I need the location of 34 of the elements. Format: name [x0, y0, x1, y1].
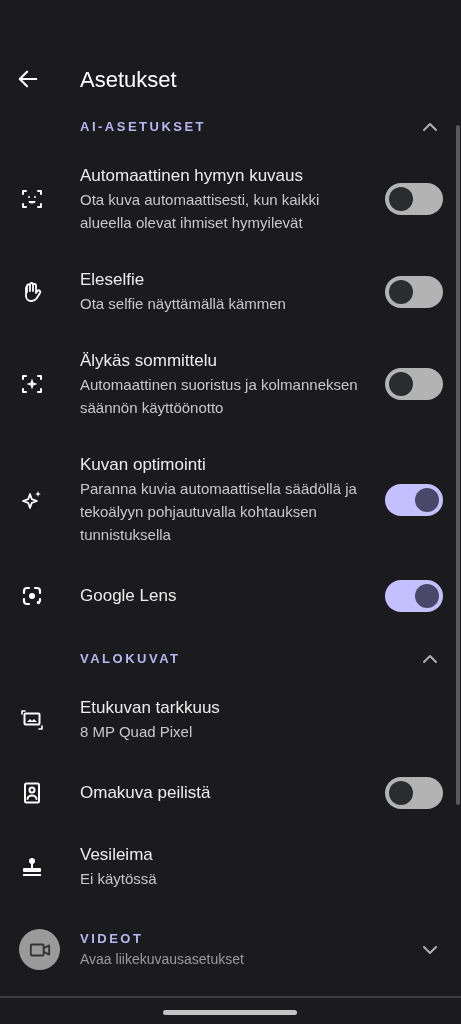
section-header: VIDEOT: [80, 930, 145, 949]
toggle-switch[interactable]: [385, 777, 443, 809]
setting-title: Älykäs sommittelu: [80, 350, 218, 372]
setting-description: Ota kuva automaattisesti, kun kaikki alueella olevat ihmiset hymyilevät: [80, 190, 321, 233]
smile-scan-icon: [20, 187, 44, 211]
setting-title: Automaattinen hymyn kuvaus: [80, 165, 304, 187]
toggle-switch[interactable]: [385, 275, 443, 308]
setting-title: Kuvan optimointi: [80, 454, 207, 476]
section-header: AI-ASETUKSET: [80, 118, 207, 137]
setting-title: Etukuvan tarkkuus: [80, 697, 221, 719]
section-description: Avaa liikekuvausasetukset: [80, 949, 245, 969]
collapse-chevron-icon[interactable]: [422, 122, 438, 132]
expand-chevron-icon[interactable]: [422, 944, 438, 955]
setting-description: Ei käytössä: [80, 869, 158, 889]
toggle-switch[interactable]: [385, 483, 443, 516]
toggle-switch[interactable]: [385, 580, 443, 612]
section-header: VALOKUVAT: [80, 650, 181, 669]
setting-title: Google Lens: [80, 585, 178, 607]
setting-description: Automaattinen suoristus ja kolmanneksen säännön käyttöönotto: [80, 375, 359, 418]
setting-description: Ota selfie näyttämällä kämmen: [80, 294, 287, 314]
image-frame-icon: [20, 707, 44, 732]
video-camera-icon: [19, 929, 60, 970]
toggle-switch[interactable]: [385, 368, 443, 400]
setting-title: Eleselfie: [80, 269, 146, 291]
lens-icon: [20, 584, 44, 608]
toggle-switch[interactable]: [385, 183, 443, 215]
page-title: Asetukset: [80, 65, 177, 94]
setting-description: Paranna kuvia automaattisella säädöllä ja tekoälyyn pohjautuvalla kohtauksen tunnistuksella: [80, 479, 358, 545]
setting-title: Vesileima: [80, 844, 154, 866]
sparkle-scan-icon: [20, 372, 44, 396]
setting-description: 8 MP Quad Pixel: [80, 722, 194, 742]
back-arrow-icon[interactable]: [17, 68, 39, 90]
collapse-chevron-icon[interactable]: [422, 654, 438, 664]
setting-title: Omakuva peilistä: [80, 782, 212, 804]
